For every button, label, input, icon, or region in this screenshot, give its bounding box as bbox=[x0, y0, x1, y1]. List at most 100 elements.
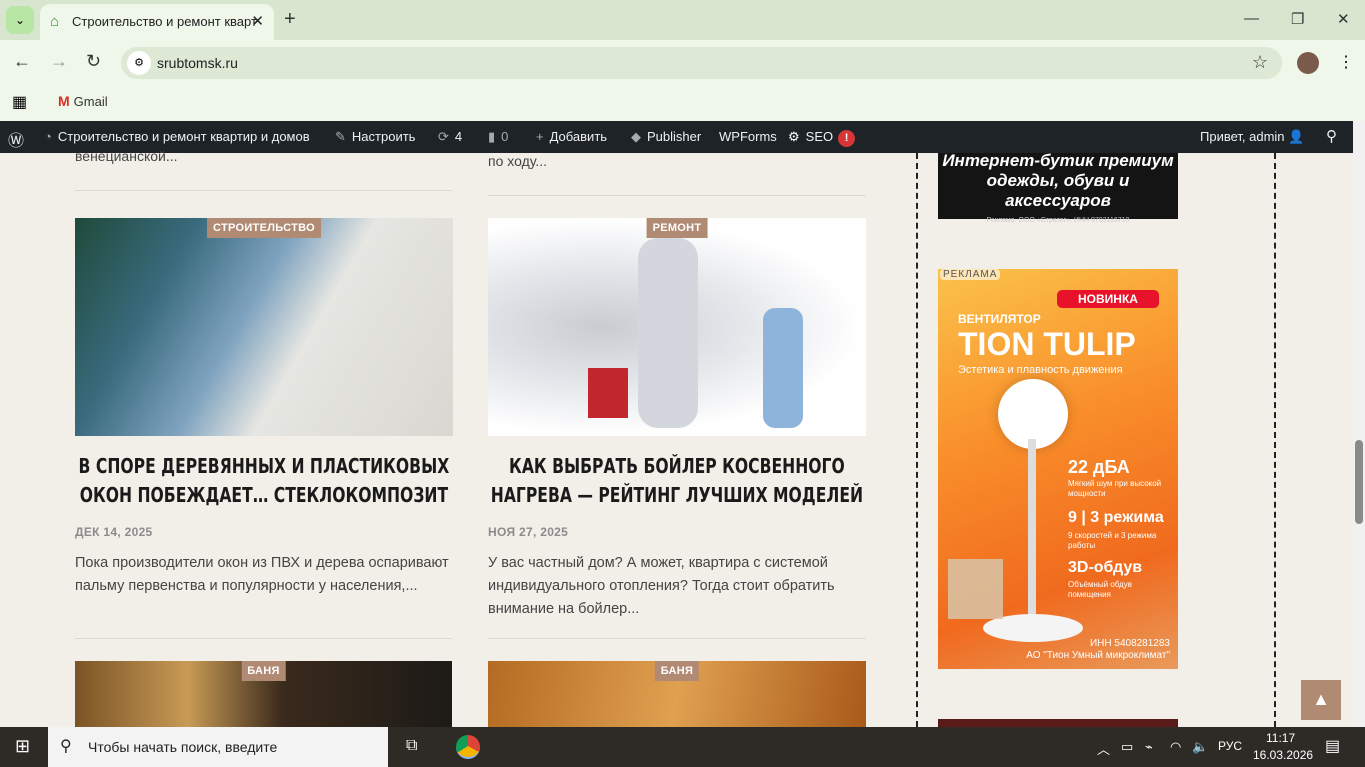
back-button[interactable]: ← bbox=[13, 51, 31, 72]
post-image[interactable]: СТРОИТЕЛЬСТВО bbox=[75, 218, 453, 436]
category-badge[interactable]: БАНЯ bbox=[241, 661, 286, 681]
post-excerpt: Пока производители окон из ПВХ и дерева … bbox=[75, 555, 449, 594]
ad-headline: Интернет-бутик премиум bbox=[942, 151, 1174, 170]
battery-icon[interactable]: ⌁ bbox=[1145, 739, 1153, 755]
category-badge[interactable]: СТРОИТЕЛЬСТВО bbox=[207, 218, 321, 238]
seo-gear-icon: ⚙ bbox=[788, 129, 800, 144]
search-placeholder: Чтобы начать поиск, введите bbox=[88, 739, 278, 755]
ad-feature-desc: Мягкий шум при высокой мощности bbox=[1068, 479, 1162, 498]
task-view-icon[interactable]: ⧉ bbox=[406, 737, 417, 755]
forward-button[interactable]: → bbox=[50, 51, 68, 72]
clock-date[interactable]: 16.03.2026 bbox=[1253, 748, 1313, 762]
address-bar[interactable]: ⚙ srubtomsk.ru ☆ bbox=[121, 47, 1282, 79]
ad-banner-tion[interactable]: РЕКЛАМА НОВИНКА ВЕНТИЛЯТОР TION TULIP Эс… bbox=[938, 269, 1178, 669]
divider bbox=[75, 638, 452, 639]
url-text: srubtomsk.ru bbox=[157, 55, 238, 71]
network-icon[interactable]: ◠ bbox=[1170, 739, 1181, 755]
windows-start-icon[interactable]: ⊞ bbox=[15, 736, 30, 757]
chrome-taskbar-icon[interactable] bbox=[456, 735, 480, 759]
bookmark-gmail[interactable]: M Gmail bbox=[58, 93, 108, 109]
ad-feature-desc: 9 скоростей и 3 режима работы bbox=[1068, 531, 1157, 550]
volume-icon[interactable]: 🔈 bbox=[1192, 739, 1208, 755]
post-excerpt-fragment: по ходу... bbox=[488, 153, 548, 169]
divider bbox=[488, 195, 866, 196]
comments-link[interactable]: ▮ 0 bbox=[488, 129, 508, 145]
new-badge: НОВИНКА bbox=[1057, 290, 1159, 308]
windows-taskbar: ⊞ ⚲ Чтобы начать поиск, введите ⧉ ︿ ▭ ⌁ … bbox=[0, 727, 1365, 767]
ad-headline: одежды, обуви и аксессуаров bbox=[986, 171, 1130, 210]
category-badge[interactable]: БАНЯ bbox=[654, 661, 700, 681]
tab-title: Строительство и ремонт кварт bbox=[72, 14, 257, 29]
ad-feature: 3D-обдув bbox=[1068, 559, 1143, 576]
tray-expand-icon[interactable]: ︿ bbox=[1097, 739, 1110, 758]
customize-link[interactable]: ✎ Настроить bbox=[335, 129, 415, 145]
language-indicator[interactable]: РУС bbox=[1218, 739, 1242, 753]
ad-legal: АО "Тион Умный микроклимат" bbox=[1026, 650, 1170, 661]
notifications-icon[interactable]: ▤ bbox=[1325, 736, 1340, 756]
add-new-link[interactable]: + Добавить bbox=[536, 129, 607, 144]
search-icon[interactable]: ⚲ bbox=[1326, 127, 1337, 145]
wordpress-logo-icon[interactable]: Ⓦ bbox=[8, 127, 24, 151]
camera-icon[interactable]: ▭ bbox=[1121, 739, 1133, 755]
post-date: НОЯ 27, 2025 bbox=[488, 525, 569, 539]
search-icon: ⚲ bbox=[60, 738, 72, 755]
new-tab-button[interactable]: + bbox=[284, 8, 296, 31]
reload-button[interactable]: ↻ bbox=[86, 51, 101, 72]
apps-grid-icon[interactable]: ▦ bbox=[12, 92, 27, 112]
wpforms-link[interactable]: WPForms bbox=[719, 129, 777, 144]
seo-link[interactable]: ⚙ SEO! bbox=[788, 129, 856, 147]
plant-image bbox=[948, 559, 1003, 619]
menu-icon[interactable]: ⋮ bbox=[1338, 52, 1354, 72]
restore-button[interactable]: ❐ bbox=[1291, 10, 1304, 28]
seo-alert-badge: ! bbox=[838, 130, 856, 147]
tab-search-button[interactable]: ⌄ bbox=[6, 6, 34, 34]
plus-icon: + bbox=[536, 129, 544, 144]
ad-legal: Реклама. ООО «Стратег». ИНН 9703116710 bbox=[986, 217, 1130, 224]
post-date: ДЕК 14, 2025 bbox=[75, 525, 153, 539]
post-title[interactable]: В споре деревянных и пластиковых окон по… bbox=[75, 452, 452, 510]
admin-site-link[interactable]: ◔ Строительство и ремонт квартир и домов bbox=[44, 129, 310, 144]
site-settings-icon[interactable]: ⚙ bbox=[127, 51, 151, 75]
ad-label: РЕКЛАМА bbox=[940, 269, 1001, 280]
publisher-link[interactable]: ◆ Publisher bbox=[631, 129, 701, 145]
close-tab-icon[interactable]: ✕ bbox=[251, 12, 264, 30]
user-icon: 👤 bbox=[1288, 129, 1305, 144]
post-image[interactable]: БАНЯ bbox=[488, 661, 866, 727]
ad-product-name: TION TULIP bbox=[958, 326, 1136, 362]
house-favicon-icon: ⌂ bbox=[50, 13, 60, 30]
gmail-icon: M bbox=[58, 93, 70, 109]
ad-legal: ИНН 5408281283 bbox=[1089, 638, 1170, 649]
back-to-top-button[interactable]: ▲ bbox=[1301, 680, 1341, 720]
bookmark-star-icon[interactable]: ☆ bbox=[1252, 52, 1268, 73]
publisher-icon: ◆ bbox=[631, 129, 641, 144]
bookmarks-bar: ▦ M Gmail bbox=[0, 86, 1365, 121]
profile-avatar[interactable] bbox=[1297, 52, 1319, 74]
ad-feature: 9 | 3 режима bbox=[1068, 509, 1164, 526]
updates-icon: ⟳ bbox=[438, 129, 449, 144]
account-menu[interactable]: Привет, admin 👤 bbox=[1200, 129, 1310, 145]
close-window-button[interactable]: ✕ bbox=[1337, 10, 1350, 28]
post-image[interactable]: БАНЯ bbox=[75, 661, 452, 727]
scrollbar-thumb[interactable] bbox=[1355, 440, 1363, 524]
post-title[interactable]: Как выбрать бойлер косвенного нагрева — … bbox=[488, 452, 865, 510]
page-scrollbar[interactable] bbox=[1353, 121, 1365, 727]
post-excerpt-fragment: венецианской... bbox=[75, 148, 178, 164]
updates-link[interactable]: ⟳ 4 bbox=[438, 129, 462, 145]
browser-tab-active[interactable]: ⌂ Строительство и ремонт кварт ✕ bbox=[40, 4, 274, 40]
ad-banner-partial[interactable] bbox=[938, 719, 1178, 727]
ad-banner-boutique[interactable]: Интернет-бутик премиум одежды, обуви и а… bbox=[938, 151, 1178, 224]
sidebar-border bbox=[1274, 153, 1276, 727]
post-card: СТРОИТЕЛЬСТВО В споре деревянных и пласт… bbox=[75, 218, 453, 598]
post-image[interactable]: РЕМОНТ bbox=[488, 218, 866, 436]
ad-feature: 22 дБА bbox=[1068, 457, 1130, 477]
taskbar-search[interactable]: ⚲ Чтобы начать поиск, введите bbox=[48, 727, 388, 767]
clock-time[interactable]: 11:17 bbox=[1266, 731, 1295, 745]
post-card: РЕМОНТ Как выбрать бойлер косвенного наг… bbox=[488, 218, 866, 621]
sidebar-border bbox=[916, 153, 918, 727]
browser-tab-strip: ⌄ ⌂ Строительство и ремонт кварт ✕ + — ❐… bbox=[0, 0, 1365, 40]
minimize-button[interactable]: — bbox=[1244, 10, 1259, 27]
divider bbox=[75, 190, 452, 191]
brush-icon: ✎ bbox=[335, 129, 346, 144]
wp-admin-bar: Ⓦ ◔ Строительство и ремонт квартир и домо… bbox=[0, 121, 1353, 153]
category-badge[interactable]: РЕМОНТ bbox=[646, 218, 708, 238]
